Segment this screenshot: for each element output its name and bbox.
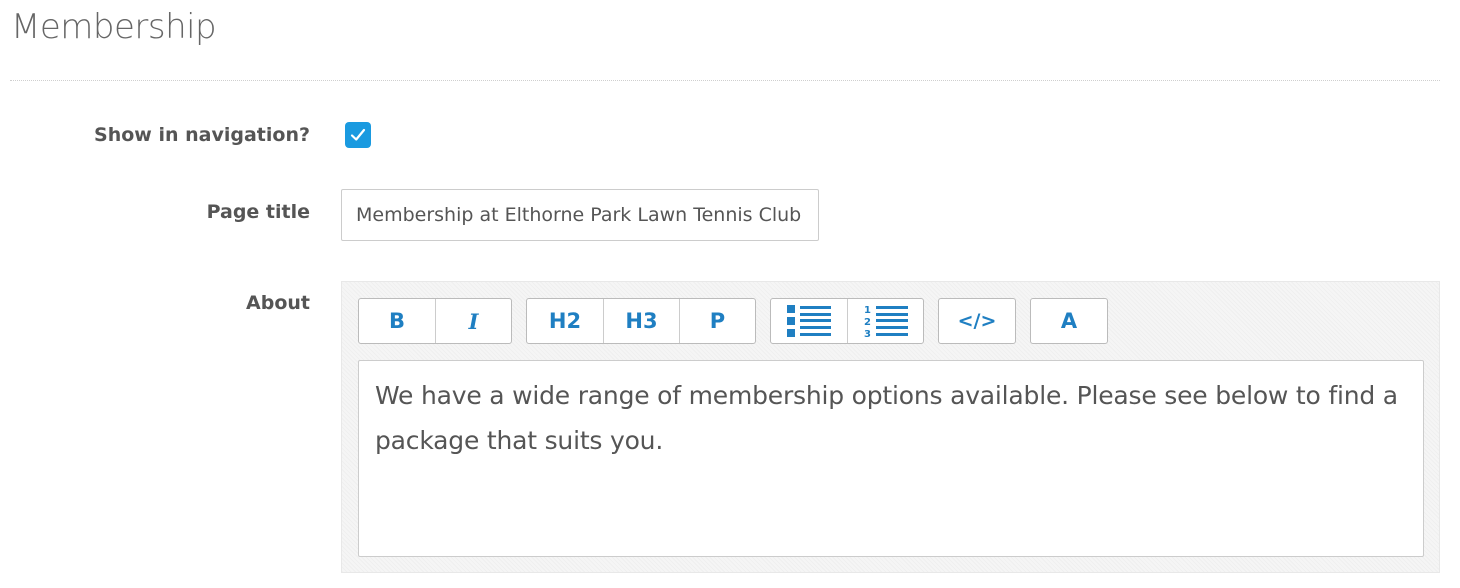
code-button-group: </>: [938, 298, 1016, 344]
rich-text-editor: B I H2 H3 P 1 2 3 </> A We have a wide r…: [341, 281, 1440, 573]
italic-button[interactable]: I: [435, 299, 511, 343]
bold-button[interactable]: B: [359, 299, 435, 343]
page-title: Membership: [11, 7, 217, 47]
show-in-navigation-label: Show in navigation?: [94, 124, 310, 146]
bulleted-list-button[interactable]: [771, 299, 847, 343]
checkmark-icon: [350, 128, 366, 141]
page-title-input[interactable]: [341, 189, 819, 241]
svg-text:3: 3: [864, 329, 871, 340]
numbered-list-icon: 1 2 3: [864, 305, 908, 340]
h2-button[interactable]: H2: [527, 299, 603, 343]
link-button[interactable]: A: [1031, 299, 1107, 343]
show-in-navigation-checkbox[interactable]: [345, 122, 371, 148]
format-button-group: B I: [358, 298, 512, 344]
about-label: About: [246, 292, 310, 314]
link-button-group: A: [1030, 298, 1108, 344]
list-button-group: 1 2 3: [770, 298, 924, 344]
paragraph-button[interactable]: P: [679, 299, 755, 343]
svg-text:1: 1: [864, 305, 871, 316]
header-divider: [10, 80, 1440, 81]
h3-button[interactable]: H3: [603, 299, 679, 343]
bulleted-list-icon: [787, 305, 831, 337]
heading-button-group: H2 H3 P: [526, 298, 756, 344]
page-title-label: Page title: [206, 201, 310, 223]
numbered-list-button[interactable]: 1 2 3: [847, 299, 923, 343]
code-button[interactable]: </>: [939, 299, 1015, 343]
about-content-area[interactable]: We have a wide range of membership optio…: [358, 360, 1424, 557]
svg-text:2: 2: [864, 317, 871, 328]
